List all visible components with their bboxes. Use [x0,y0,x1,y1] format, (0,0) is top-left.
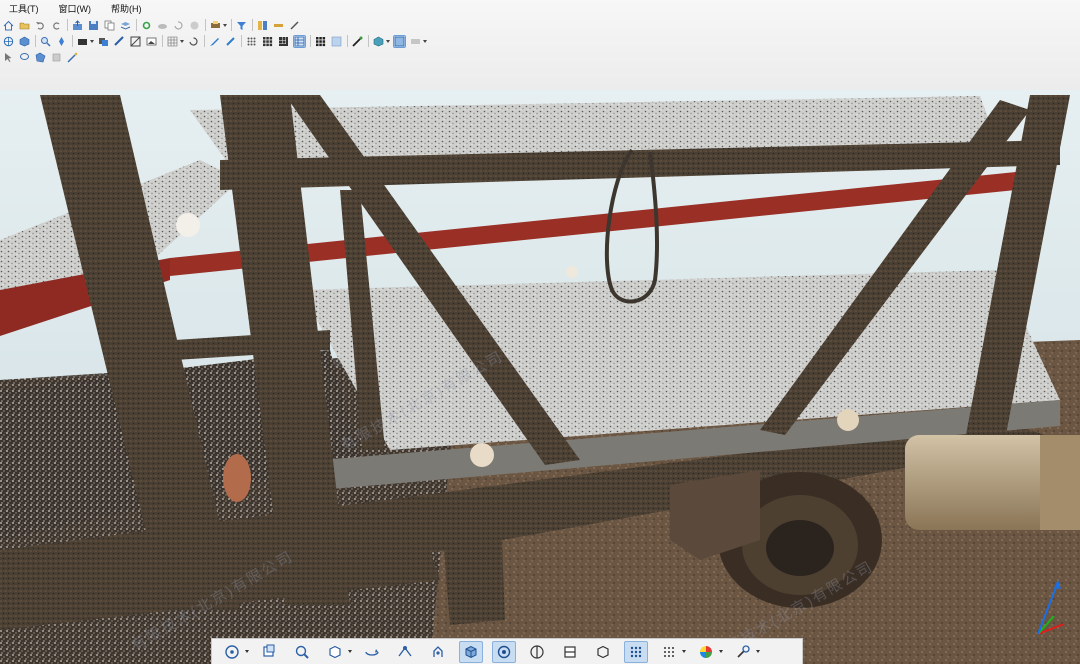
table-icon[interactable] [293,34,306,48]
pointer-icon[interactable] [2,51,15,64]
selection-toolbar [0,49,82,65]
dropdown-caret[interactable] [180,39,184,43]
separator [35,35,36,47]
wand-icon[interactable] [66,51,79,64]
dropdown-caret[interactable] [756,650,760,653]
redo-icon[interactable] [50,19,63,32]
walk-icon[interactable] [426,641,450,663]
view-toolbar [0,33,430,49]
separator [347,35,348,47]
separator [310,35,311,47]
separator [241,35,242,47]
dropdown-caret[interactable] [90,39,94,43]
dropdown-caret[interactable] [423,39,427,43]
globe-icon[interactable] [2,35,15,48]
home-icon[interactable] [2,19,15,32]
grid-icon[interactable] [256,19,269,32]
select-icon[interactable] [314,35,327,48]
slice-icon[interactable] [129,35,142,48]
camera-icon[interactable] [76,35,89,48]
separator [204,35,205,47]
dropdown-caret[interactable] [682,650,686,653]
rotate-icon[interactable] [360,641,384,663]
separator [205,19,206,31]
color-mode-icon[interactable] [694,641,718,663]
main-toolbar [0,17,304,33]
view-icon[interactable] [393,34,406,48]
menu-tools[interactable]: 工具(T) [6,2,42,15]
grid-icon[interactable] [277,35,290,48]
orbit-icon[interactable] [220,641,244,663]
separator [162,35,163,47]
clip-icon[interactable] [50,51,63,64]
layers-icon[interactable] [97,35,110,48]
fill-icon[interactable] [330,35,343,48]
rotate-icon[interactable] [187,35,200,48]
separator [368,35,369,47]
section-icon[interactable] [558,641,582,663]
pen-icon[interactable] [288,19,301,32]
grid-icon[interactable] [166,35,179,48]
dropdown-caret[interactable] [348,650,352,653]
settings-icon[interactable] [140,19,153,32]
measure-icon[interactable] [272,19,285,32]
print-icon[interactable] [209,19,222,32]
pan-icon[interactable] [55,35,68,48]
image-icon[interactable] [145,35,158,48]
separator [67,19,68,31]
export-icon[interactable] [71,19,84,32]
dropdown-caret[interactable] [223,23,227,27]
points-icon[interactable] [624,640,648,663]
app-window: 工具(T) 窗口(W) 帮助(H) 有限技术(北京)有限公司 有限技术(北京)有… [0,0,1080,664]
sphere-view-icon[interactable] [492,640,516,663]
open-icon[interactable] [18,19,31,32]
view-icon[interactable] [409,35,422,48]
tool-icon[interactable] [113,35,126,48]
pan-icon[interactable] [257,641,281,663]
cube-view-icon[interactable] [323,641,347,663]
separator [72,35,73,47]
separator [252,19,253,31]
dots-icon[interactable] [245,35,258,48]
dropdown-caret[interactable] [719,650,723,653]
save-icon[interactable] [87,19,100,32]
menu-window[interactable]: 窗口(W) [56,2,95,15]
separator [231,19,232,31]
edit-icon[interactable] [208,35,221,48]
pencil-icon[interactable] [224,35,237,48]
sphere-icon[interactable] [188,19,201,32]
polygon-icon[interactable] [34,51,47,64]
split-icon[interactable] [525,641,549,663]
dropdown-caret[interactable] [386,39,390,43]
tools-icon[interactable] [731,641,755,663]
dropdown-caret[interactable] [245,650,249,653]
cloud-icon[interactable] [156,19,169,32]
point-cloud-viewport[interactable]: 有限技术(北京)有限公司 有限技术(北京)有限公司 有限技术(北京)有限公司 [0,90,1080,664]
zoom-icon[interactable] [39,35,52,48]
point-size-icon[interactable] [657,641,681,663]
point-cloud-scene [0,90,1080,664]
menu-bar: 工具(T) 窗口(W) 帮助(H) [0,0,1080,16]
paint-icon[interactable] [351,35,364,48]
filter-icon[interactable] [235,19,248,32]
menu-help[interactable]: 帮助(H) [108,2,145,15]
axis-triad [1024,576,1072,644]
lasso-icon[interactable] [18,51,31,64]
window-chrome: 工具(T) 窗口(W) 帮助(H) [0,0,1080,91]
refresh-icon[interactable] [172,19,185,32]
zoom-icon[interactable] [290,641,314,663]
undo-icon[interactable] [34,19,47,32]
cube-icon[interactable] [18,35,31,48]
fly-icon[interactable] [393,641,417,663]
grid-icon[interactable] [261,35,274,48]
isometric-icon[interactable] [591,641,615,663]
separator [136,19,137,31]
copy-icon[interactable] [103,19,116,32]
navigation-toolbar [211,638,803,664]
perspective-cube-icon[interactable] [459,640,483,663]
layers-icon[interactable] [119,19,132,32]
box-icon[interactable] [372,35,385,48]
